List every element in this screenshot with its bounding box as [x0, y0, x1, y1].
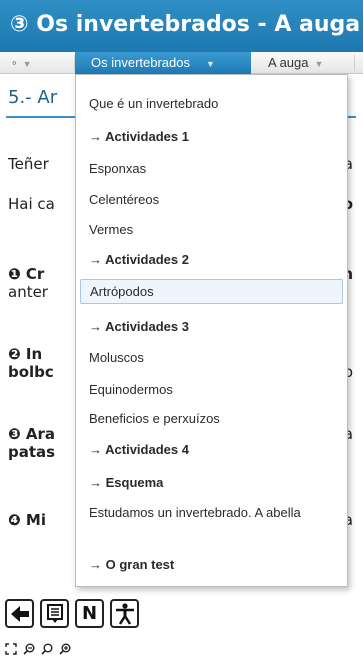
menu-item-esquema[interactable]: → Esquema [76, 475, 347, 491]
page-line: patas [8, 443, 56, 461]
zoom-controls [5, 643, 71, 659]
section-heading: 5.- Ar [8, 87, 58, 108]
tab-os-invertebrados-label: Os invertebrados [91, 55, 190, 70]
page-line: ❹ Mi [8, 511, 46, 529]
accessibility-icon [115, 602, 134, 625]
zoom-out-icon[interactable] [23, 643, 35, 659]
notes-button[interactable] [40, 599, 69, 628]
bottom-toolbar: N [0, 595, 363, 665]
page-line: ❸ Ara [8, 425, 56, 443]
menu-item-que-e-un-invertebrado[interactable]: Que é un invertebrado [76, 96, 347, 112]
page-line: Hai ca [8, 195, 55, 213]
menu-item-vermes[interactable]: Vermes [76, 222, 347, 238]
menu-item-actividades-3[interactable]: → Actividades 3 [76, 319, 347, 335]
back-button[interactable] [5, 599, 34, 628]
notes-icon [46, 603, 63, 623]
zoom-in-icon[interactable] [59, 643, 71, 659]
nav-bar: ◦ ▼ Os invertebrados ▼ A auga ▼ [0, 52, 363, 74]
fit-icon[interactable] [5, 643, 17, 659]
page-line: Teñer [8, 155, 49, 173]
menu-item-beneficios-e-perxuizos[interactable]: Beneficios e perxuízos [76, 411, 347, 427]
n-button-label: N [81, 603, 98, 624]
menu-item-actividades-1[interactable]: → Actividades 1 [76, 129, 347, 145]
window-title: ③ Os invertebrados - A auga [0, 0, 363, 52]
nav-divider [354, 55, 355, 71]
menu-item-o-gran-test[interactable]: → O gran test [76, 557, 347, 573]
tab-home-label: ◦ [12, 55, 17, 70]
n-button[interactable]: N [75, 599, 104, 628]
menu-item-celentereos[interactable]: Celentéreos [76, 192, 347, 208]
page-line: anter [8, 283, 48, 301]
chevron-down-icon: ▼ [22, 59, 32, 69]
tab-os-invertebrados[interactable]: Os invertebrados ▼ [75, 52, 251, 74]
menu-item-moluscos[interactable]: Moluscos [76, 350, 347, 366]
menu-item-estudamos-un-invertebrado[interactable]: Estudamos un invertebrado. A abella [76, 505, 326, 521]
chevron-down-icon: ▼ [206, 59, 215, 69]
menu-item-actividades-2[interactable]: → Actividades 2 [76, 252, 347, 268]
invertebrados-dropdown-menu: Que é un invertebrado → Actividades 1 Es… [75, 74, 348, 587]
accessibility-button[interactable] [110, 599, 139, 628]
page-line: ❶ Cr [8, 265, 45, 283]
arrow-left-icon [10, 605, 29, 622]
page-line: ❷ In [8, 345, 43, 363]
tab-a-auga-label: A auga [268, 55, 309, 70]
page-line: bolbc [8, 363, 54, 381]
menu-item-equinodermos[interactable]: Equinodermos [76, 382, 347, 398]
menu-item-esponxas[interactable]: Esponxas [76, 161, 347, 177]
tab-home[interactable]: ◦ ▼ [12, 52, 72, 74]
menu-item-actividades-4[interactable]: → Actividades 4 [76, 442, 347, 458]
zoom-reset-icon[interactable] [41, 643, 53, 659]
menu-item-artropodos[interactable]: Artrópodos [80, 279, 343, 304]
tab-a-auga[interactable]: A auga ▼ [268, 52, 348, 74]
chevron-down-icon: ▼ [314, 59, 324, 69]
